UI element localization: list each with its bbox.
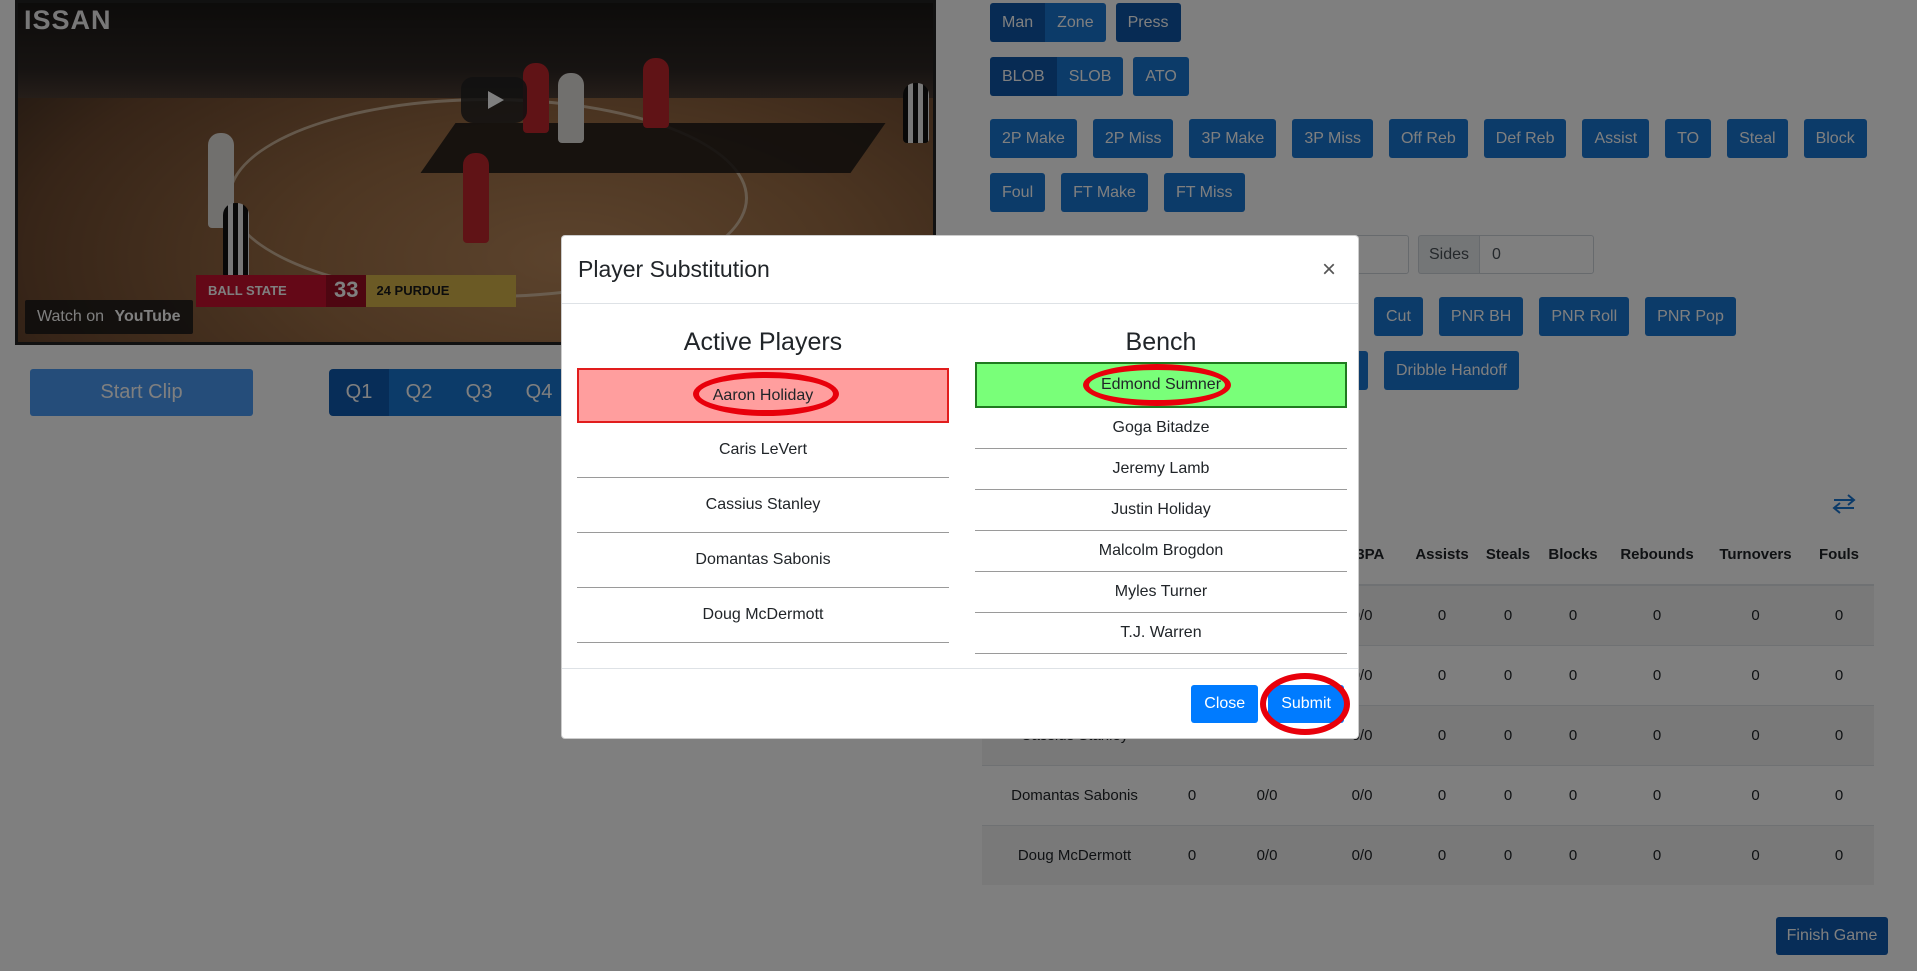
player-name: T.J. Warren — [1120, 624, 1202, 641]
annotation-circle — [693, 372, 839, 416]
submit-wrapper: Submit — [1260, 672, 1351, 735]
active-player-item[interactable]: Doug McDermott — [577, 588, 949, 643]
modal-footer: Close Submit — [562, 668, 1358, 738]
close-icon[interactable]: × — [1316, 256, 1342, 283]
modal-title: Player Substitution — [578, 256, 770, 282]
bench-player-item[interactable]: Goga Bitadze — [975, 408, 1347, 449]
bench-player-item[interactable]: Myles Turner — [975, 572, 1347, 613]
player-name: Malcolm Brogdon — [1098, 542, 1224, 559]
player-name: Myles Turner — [1114, 583, 1208, 600]
bench-column: Bench Edmond Sumner Goga Bitadze Jeremy … — [975, 328, 1347, 654]
active-player-item[interactable]: Cassius Stanley — [577, 478, 949, 533]
player-name: Caris LeVert — [718, 441, 808, 458]
active-player-item[interactable]: Caris LeVert — [577, 423, 949, 478]
player-substitution-modal: Player Substitution × Active Players Aar… — [561, 235, 1359, 739]
bench-player-item-selected[interactable]: Edmond Sumner — [975, 362, 1347, 408]
player-name: Goga Bitadze — [1112, 419, 1210, 436]
active-player-item-selected[interactable]: Aaron Holiday — [577, 368, 949, 423]
annotation-circle — [1083, 364, 1231, 406]
bench-list: Edmond Sumner Goga Bitadze Jeremy Lamb J… — [975, 362, 1347, 654]
bench-player-item[interactable]: Malcolm Brogdon — [975, 531, 1347, 572]
modal-header: Player Substitution × — [562, 236, 1358, 304]
annotation-circle — [1260, 672, 1351, 735]
bench-player-item[interactable]: Justin Holiday — [975, 490, 1347, 531]
active-players-title: Active Players — [683, 328, 843, 356]
bench-title: Bench — [1125, 328, 1197, 356]
active-players-column: Active Players Aaron Holiday Caris LeVer… — [577, 328, 949, 643]
player-name: Doug McDermott — [702, 606, 824, 623]
active-player-item[interactable]: Domantas Sabonis — [577, 533, 949, 588]
player-name: Cassius Stanley — [705, 496, 821, 513]
player-name: Domantas Sabonis — [695, 551, 831, 568]
player-name: Jeremy Lamb — [1112, 460, 1210, 477]
active-players-list: Aaron Holiday Caris LeVert Cassius Stanl… — [577, 368, 949, 643]
bench-player-item[interactable]: Jeremy Lamb — [975, 449, 1347, 490]
bench-player-item[interactable]: T.J. Warren — [975, 613, 1347, 654]
close-button[interactable]: Close — [1191, 684, 1259, 723]
player-name: Justin Holiday — [1111, 501, 1211, 518]
